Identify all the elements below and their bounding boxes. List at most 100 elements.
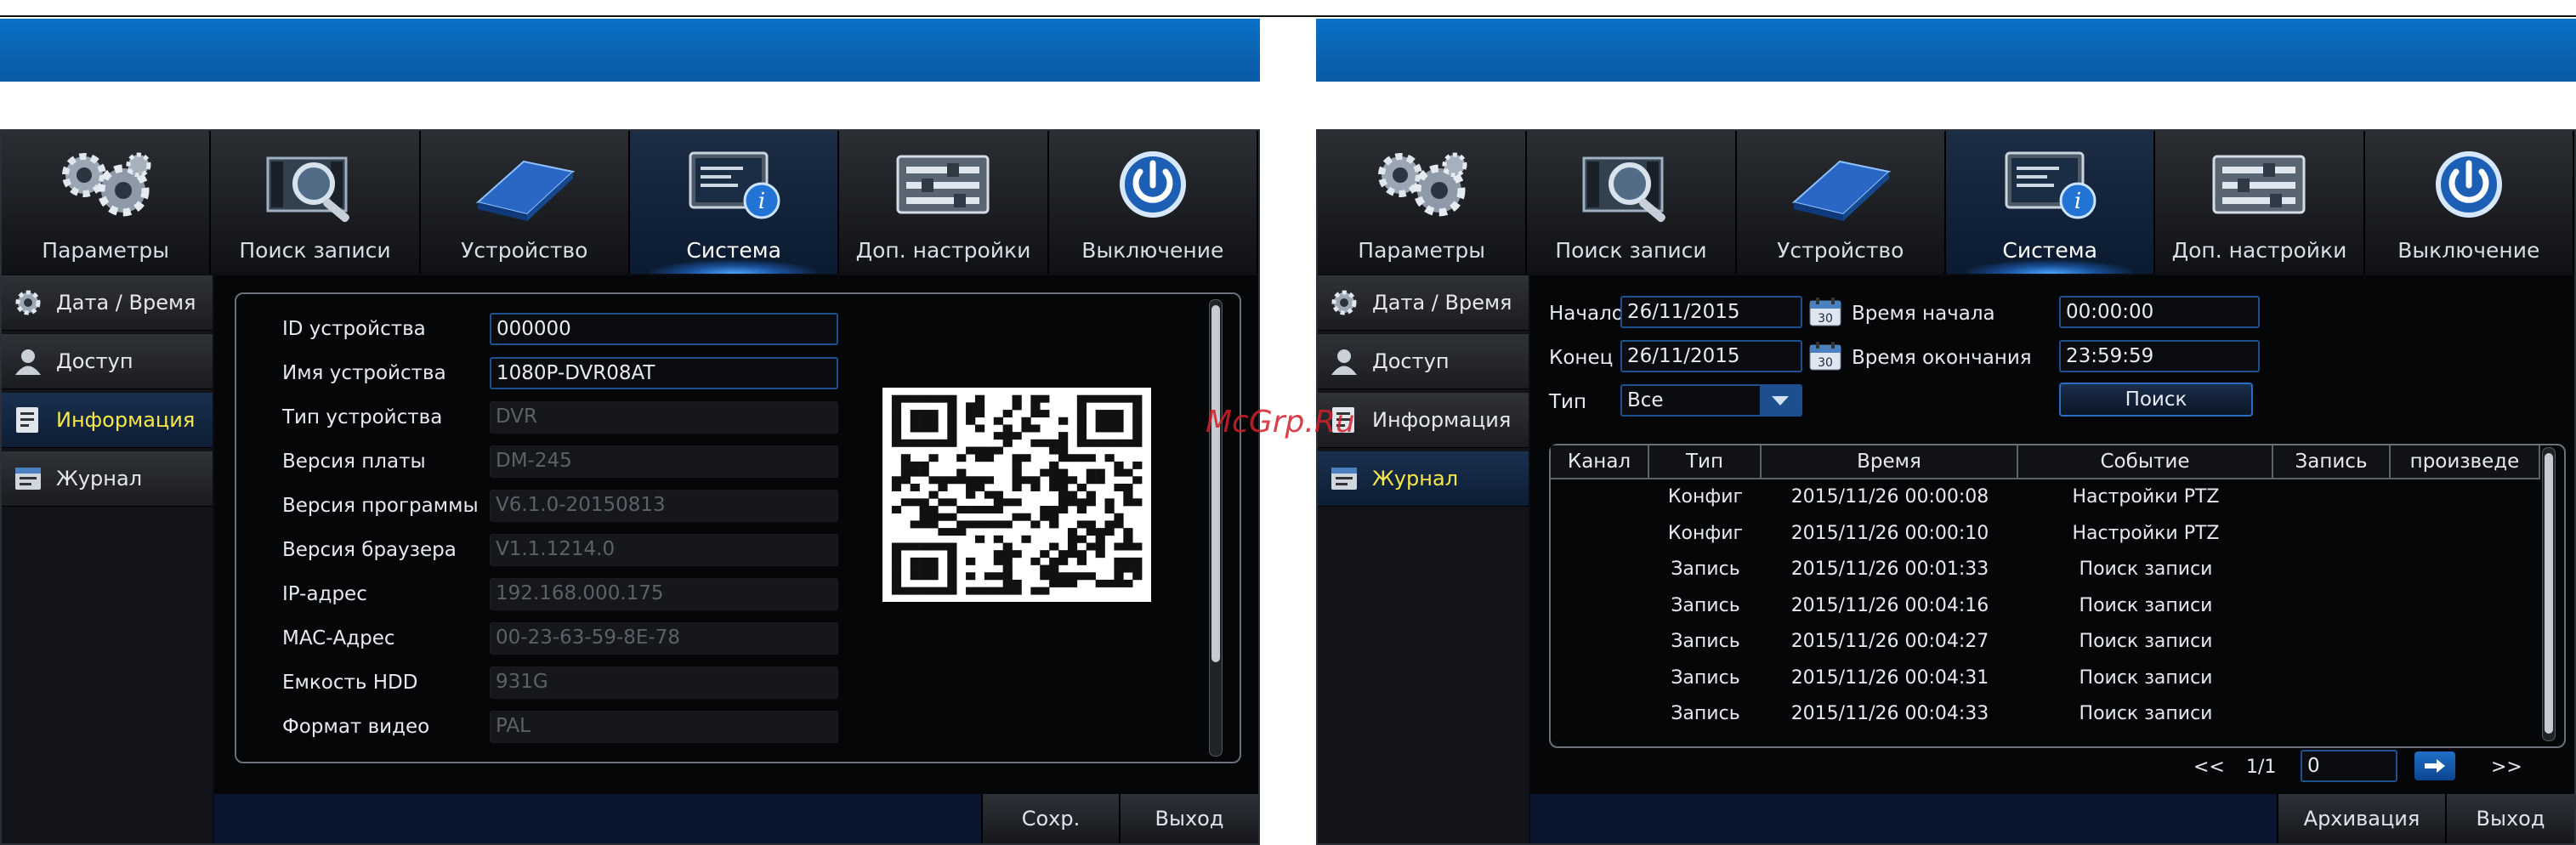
system-info-icon: i <box>678 146 789 223</box>
table-cell: 2015/11/26 00:04:33 <box>1790 703 1989 724</box>
table-cell: Настройки PTZ <box>2072 522 2220 544</box>
type-select[interactable]: Все <box>1620 384 1802 417</box>
sidebar-item-label: Журнал <box>56 467 143 491</box>
info-scrollbar[interactable] <box>1209 299 1223 757</box>
tab-label: Устройство <box>461 238 588 263</box>
column-header[interactable]: Канал <box>1551 445 1649 478</box>
column-header[interactable]: произведе <box>2391 445 2540 478</box>
sidebar-item-datetime[interactable]: Дата / Время <box>2 275 213 331</box>
power-icon <box>2414 146 2524 223</box>
info-value-field: V1.1.1214.0 <box>490 534 838 566</box>
tab-shutdown[interactable]: Выключение <box>2364 131 2574 274</box>
tab-device[interactable]: Устройство <box>420 131 630 274</box>
tab-label: Поиск записи <box>1555 238 1707 263</box>
info-label: IP-адрес <box>282 583 367 605</box>
start-time-label: Время начала <box>1852 303 1995 325</box>
header-bar-left <box>0 19 1260 82</box>
archive-button[interactable]: Архивация <box>2277 794 2445 843</box>
tab-parameters[interactable]: Параметры <box>2 131 212 274</box>
sidebar-item-access[interactable]: Доступ <box>1318 334 1529 389</box>
tab-system[interactable]: i Система <box>629 131 840 274</box>
go-arrow-icon[interactable] <box>2414 751 2455 780</box>
tab-label: Параметры <box>1358 238 1486 263</box>
sidebar-item-access[interactable]: Доступ <box>2 334 213 389</box>
gear-icon <box>1328 288 1360 317</box>
table-row[interactable]: Запись 2015/11/26 00:04:16 Поиск записи <box>1551 588 2540 624</box>
tab-advanced[interactable]: Доп. настройки <box>2155 131 2365 274</box>
tab-shutdown[interactable]: Выключение <box>1048 131 1258 274</box>
svg-text:30: 30 <box>1818 312 1833 326</box>
prev-page-button[interactable]: << <box>2193 757 2225 778</box>
watermark: McGrp.Ru <box>1206 405 1355 440</box>
tab-device[interactable]: Устройство <box>1736 131 1946 274</box>
info-value-field: 192.168.000.175 <box>490 578 838 610</box>
power-icon <box>1098 146 1208 223</box>
end-time-field[interactable]: 23:59:59 <box>2059 340 2260 372</box>
info-value-field: 00-23-63-59-8E-78 <box>490 622 838 655</box>
next-page-button[interactable]: >> <box>2491 757 2522 778</box>
table-cell: Запись <box>1671 559 1740 580</box>
sidebar-item-journal[interactable]: Журнал <box>1318 451 1529 507</box>
tab-label: Выключение <box>2397 238 2540 263</box>
table-row[interactable]: Запись 2015/11/26 00:01:33 Поиск записи <box>1551 552 2540 587</box>
info-label: Имя устройства <box>282 362 446 384</box>
log-table-header: Канал Тип Время Событие Запись произведе <box>1551 445 2540 479</box>
tab-record-search[interactable]: Поиск записи <box>1527 131 1737 274</box>
tab-system[interactable]: i Система <box>1945 131 2156 274</box>
scrollbar-thumb[interactable] <box>1211 305 1220 662</box>
table-row[interactable]: Конфиг 2015/11/26 00:00:08 Настройки PTZ <box>1551 479 2540 515</box>
table-cell: Настройки PTZ <box>2072 486 2220 508</box>
table-row[interactable]: Запись 2015/11/26 00:04:31 Поиск записи <box>1551 661 2540 696</box>
tab-record-search[interactable]: Поиск записи <box>211 131 421 274</box>
log-scrollbar[interactable] <box>2542 447 2556 741</box>
info-value-field[interactable]: 1080P-DVR08AT <box>490 357 838 389</box>
table-cell: 2015/11/26 00:01:33 <box>1790 559 1989 580</box>
table-cell: Запись <box>1671 594 1740 616</box>
info-value-field[interactable]: 000000 <box>490 313 838 345</box>
sidebar-item-journal[interactable]: Журнал <box>2 451 213 507</box>
table-cell: Поиск записи <box>2079 594 2213 616</box>
info-content: ID устройства 000000 Имя устройства 1080P-D… <box>214 275 1258 843</box>
table-cell: Запись <box>1671 666 1740 689</box>
info-label: Версия программы <box>282 495 479 517</box>
sidebar-item-info[interactable]: Информация <box>2 393 213 448</box>
type-label: Тип <box>1549 391 1587 413</box>
exit-button[interactable]: Выход <box>2445 794 2574 843</box>
column-header[interactable]: Запись <box>2273 445 2391 478</box>
sidebar-item-label: Доступ <box>56 349 133 373</box>
chevron-down-icon[interactable] <box>1760 386 1801 415</box>
info-value-field: PAL <box>490 711 838 743</box>
scrollbar-thumb[interactable] <box>2545 453 2553 734</box>
user-icon <box>12 347 44 376</box>
start-time-field[interactable]: 00:00:00 <box>2059 296 2260 328</box>
start-date-field[interactable]: 26/11/2015 <box>1620 296 1802 328</box>
table-row[interactable]: Конфиг 2015/11/26 00:00:10 Настройки PTZ <box>1551 516 2540 552</box>
column-header[interactable]: Событие <box>2018 445 2273 478</box>
table-row[interactable]: Запись 2015/11/26 00:04:33 Поиск записи <box>1551 696 2540 732</box>
search-button[interactable]: Поиск <box>2059 383 2253 417</box>
calendar-icon[interactable]: 30 <box>1809 298 1841 330</box>
table-cell: Запись <box>1671 631 1740 652</box>
end-date-field[interactable]: 26/11/2015 <box>1620 340 1802 372</box>
tab-parameters[interactable]: Параметры <box>1318 131 1528 274</box>
info-label: MAC-Адрес <box>282 627 395 649</box>
save-button[interactable]: Сохр. <box>981 794 1119 843</box>
calendar-icon[interactable]: 30 <box>1809 342 1841 374</box>
svg-text:i: i <box>758 189 765 214</box>
sidebar-item-datetime[interactable]: Дата / Время <box>1318 275 1529 331</box>
tab-label: Выключение <box>1081 238 1224 263</box>
column-header[interactable]: Тип <box>1649 445 1762 478</box>
hdd-device-icon <box>1785 146 1896 223</box>
tab-advanced[interactable]: Доп. настройки <box>839 131 1049 274</box>
search-record-icon <box>259 146 370 223</box>
table-row[interactable]: Запись 2015/11/26 00:04:27 Поиск записи <box>1551 624 2540 660</box>
page-input[interactable]: 0 <box>2301 750 2397 782</box>
column-header[interactable]: Время <box>1762 445 2018 478</box>
type-select-value: Все <box>1627 389 1664 411</box>
sliders-icon <box>888 146 998 223</box>
gears-icon <box>1366 146 1477 223</box>
info-value-field: DVR <box>490 401 838 434</box>
info-document-icon <box>12 405 44 434</box>
exit-button[interactable]: Выход <box>1119 794 1258 843</box>
sidebar: Дата / Время Доступ Информация Журнал <box>2 275 213 843</box>
